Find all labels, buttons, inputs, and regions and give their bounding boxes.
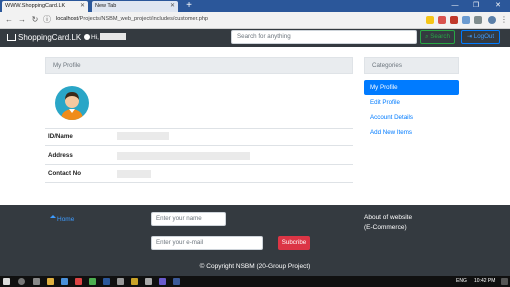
extension-icon[interactable] (462, 16, 470, 24)
maximize-icon[interactable]: ❐ (468, 0, 484, 12)
task-view-icon[interactable] (33, 278, 40, 285)
url-field[interactable]: localhost/Projects/NSBM_web_project/incl… (56, 16, 208, 22)
tab-title: New Tab (95, 3, 117, 9)
footer-email-input[interactable]: Enter your e-mail (151, 236, 263, 250)
shopping-cart-icon (7, 34, 16, 42)
file-explorer-icon[interactable] (47, 278, 54, 285)
avatar-person-icon (61, 92, 83, 120)
app-icon[interactable] (61, 278, 68, 285)
contact-no-value-redacted (117, 170, 151, 178)
browser-tab-strip: WWW.ShoppingCard.LK ✕ New Tab ✕ + — ❐ ✕ (0, 0, 510, 12)
new-tab-icon[interactable]: + (183, 1, 195, 11)
os-taskbar: ENG 10:42 PM (0, 276, 510, 287)
about-line-2: (E-Commerce) (364, 224, 407, 231)
address-bar: ← → ↻ ⓘ localhost/Projects/NSBM_web_proj… (0, 12, 510, 29)
tab-close-icon[interactable]: ✕ (170, 1, 175, 12)
clock[interactable]: 10:42 PM (474, 277, 495, 286)
category-add-new-items[interactable]: Add New Items (364, 125, 459, 140)
windows-start-icon[interactable] (3, 278, 10, 285)
browser-tab-new[interactable]: New Tab ✕ (92, 1, 178, 12)
user-icon (84, 33, 90, 40)
back-arrow-icon[interactable]: ← (3, 14, 15, 26)
profile-card-header: My Profile (45, 57, 353, 74)
app-icon[interactable] (75, 278, 82, 285)
close-window-icon[interactable]: ✕ (490, 0, 506, 12)
tab-title: WWW.ShoppingCard.LK (5, 3, 66, 9)
menu-kebab-icon[interactable]: ⋮ (498, 14, 510, 26)
minimize-icon[interactable]: — (447, 0, 463, 12)
lock-info-icon[interactable]: ⓘ (41, 14, 53, 26)
category-edit-profile[interactable]: Edit Profile (364, 95, 459, 110)
divider (45, 145, 353, 146)
app-icon[interactable] (159, 278, 166, 285)
notification-icon[interactable] (501, 278, 508, 285)
browser-tab-active[interactable]: WWW.ShoppingCard.LK ✕ (2, 1, 88, 12)
category-account-details[interactable]: Account Details (364, 110, 459, 125)
category-my-profile[interactable]: My Profile (364, 80, 459, 95)
tab-close-icon[interactable]: ✕ (80, 1, 85, 12)
brand-logo[interactable]: ShoppingCard.LK (7, 32, 81, 44)
extension-icon[interactable] (450, 16, 458, 24)
url-host: localhost (56, 16, 79, 22)
chrome-icon[interactable] (89, 278, 96, 285)
id-name-label: ID/Name (48, 133, 73, 140)
reload-icon[interactable]: ↻ (29, 14, 41, 26)
extension-icon[interactable] (438, 16, 446, 24)
avatar (55, 86, 89, 120)
forward-arrow-icon[interactable]: → (16, 14, 28, 26)
about-website: About of website (E-Commerce) (364, 213, 412, 233)
home-icon (50, 215, 56, 218)
url-path: /Projects/NSBM_web_project/includes/cust… (78, 16, 209, 22)
divider (45, 164, 353, 165)
home-link-label: Home (57, 216, 75, 223)
address-label: Address (48, 152, 73, 159)
app-icon[interactable] (117, 278, 124, 285)
categories-card-header: Categories (364, 57, 459, 74)
about-line-1: About of website (364, 214, 413, 221)
profile-avatar-icon[interactable] (488, 16, 496, 24)
app-icon[interactable] (103, 278, 110, 285)
footer-home-link[interactable]: Home (50, 215, 74, 224)
user-greeting: Hi, (84, 33, 126, 43)
greeting-text: Hi, (91, 34, 99, 41)
logout-button-label: LogOut (473, 33, 495, 40)
subscribe-button[interactable]: Subcribe (278, 236, 310, 250)
id-name-value-redacted (117, 132, 169, 140)
search-button-label: Search (430, 33, 450, 40)
divider (45, 128, 353, 129)
app-icon[interactable] (173, 278, 180, 285)
app-icon[interactable] (131, 278, 138, 285)
search-button[interactable]: ⌕ Search (420, 30, 455, 44)
logout-button[interactable]: ⇥ LogOut (461, 30, 500, 44)
extension-icon[interactable] (474, 16, 482, 24)
bookmark-star-icon[interactable] (426, 16, 434, 24)
divider (45, 182, 353, 183)
brand-name: ShoppingCard.LK (18, 33, 82, 42)
address-value-redacted (117, 152, 250, 160)
language-indicator[interactable]: ENG (456, 277, 467, 286)
contact-no-label: Contact No (48, 170, 81, 177)
app-icon[interactable] (145, 278, 152, 285)
user-name-redacted (99, 33, 126, 40)
search-input[interactable]: Search for anything (231, 30, 417, 44)
search-icon[interactable] (18, 278, 25, 285)
copyright-text: © Copyright NSBM (20-Group Project) (199, 263, 311, 270)
footer-name-input[interactable]: Enter your name (151, 212, 226, 226)
